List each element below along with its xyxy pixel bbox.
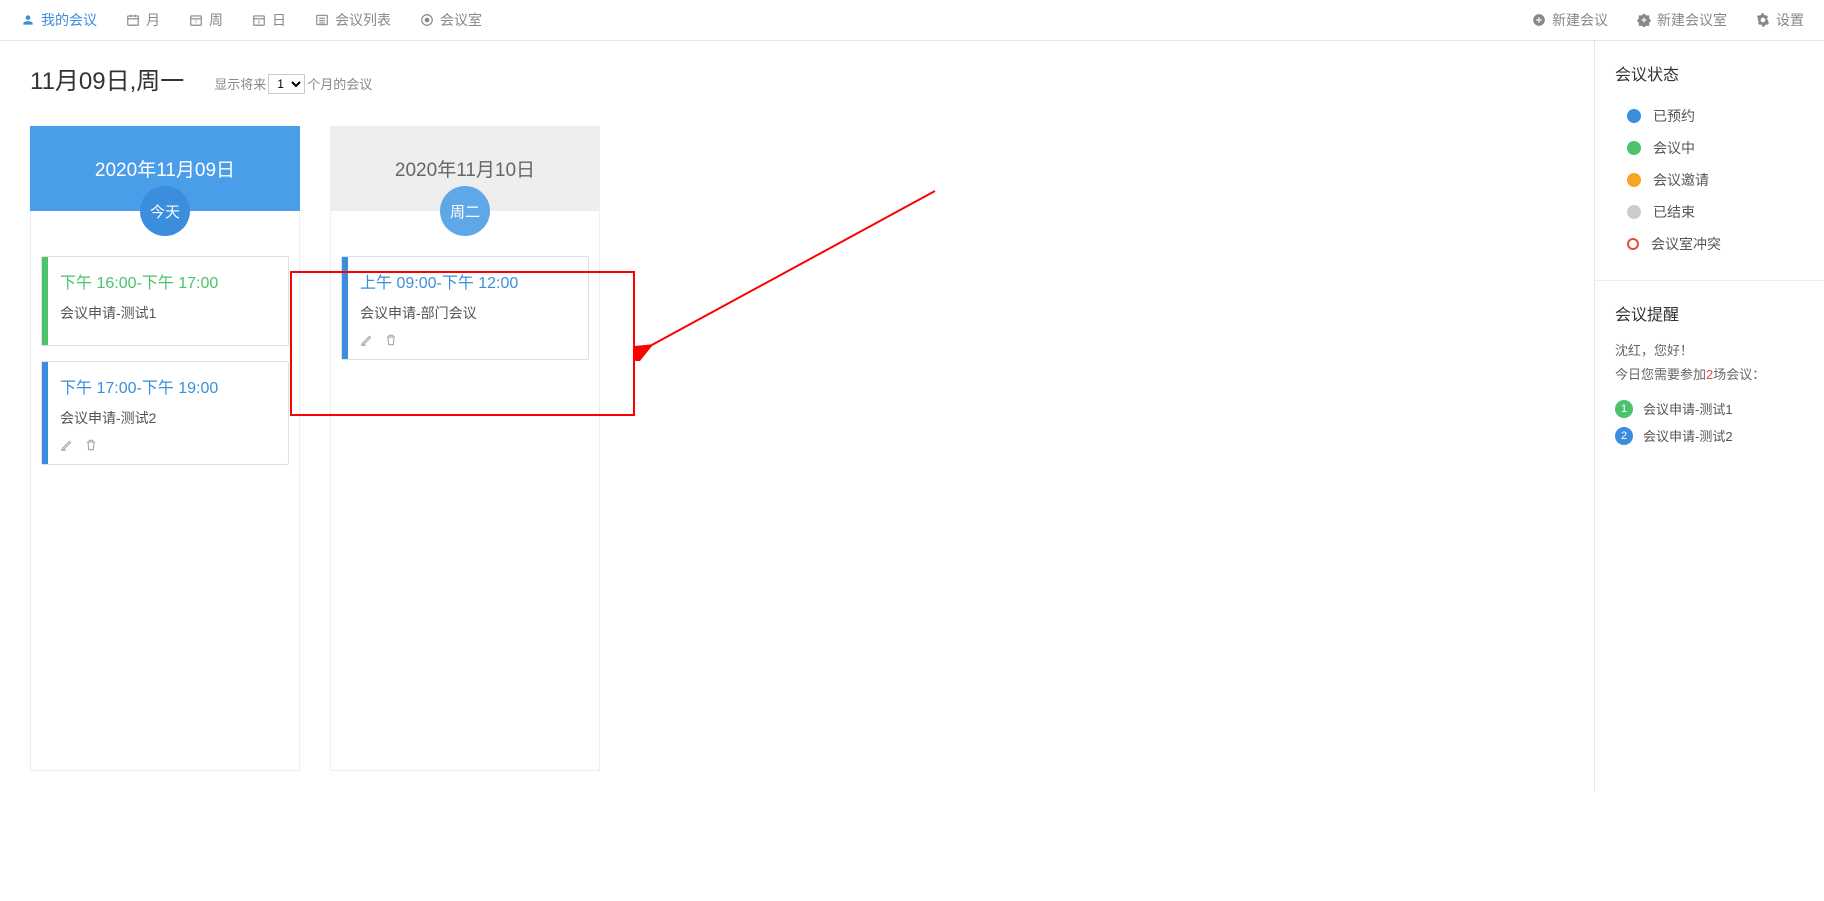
day-column: 2020年11月10日 周二 上午 09:00-下午 12:00 会议申请-部门… (330, 126, 600, 771)
building-icon (419, 12, 435, 28)
nav-label: 我的会议 (41, 10, 97, 30)
meeting-card[interactable]: 下午 16:00-下午 17:00 会议申请-测试1 (41, 256, 289, 346)
nav-label: 周 (209, 10, 223, 30)
status-dot-icon (1627, 238, 1639, 250)
nav-week[interactable]: 7 周 (188, 10, 223, 30)
toolbar-right: 新建会议 新建会议室 设置 (1531, 10, 1804, 30)
status-dot-icon (1627, 173, 1641, 187)
calendar-icon (125, 12, 141, 28)
new-meeting-button[interactable]: 新建会议 (1531, 10, 1608, 30)
filter-prefix: 显示将来 (214, 74, 266, 93)
status-title: 会议状态 (1615, 61, 1804, 85)
reminder-label: 会议申请-测试2 (1643, 426, 1733, 445)
day-header: 2020年11月09日 今天 (30, 126, 300, 211)
calendar-icon: 7 (188, 12, 204, 28)
reminder-greeting: 沈红，您好！ (1615, 340, 1804, 359)
meeting-card-highlighted[interactable]: 上午 09:00-下午 12:00 会议申请-部门会议 (341, 256, 589, 360)
delete-icon[interactable] (84, 438, 98, 452)
top-toolbar: 我的会议 月 7 周 8 日 会议列表 (0, 0, 1824, 41)
nav-meeting-list[interactable]: 会议列表 (314, 10, 391, 30)
reminder-section: 会议提醒 沈红，您好！ 今日您需要参加2场会议： 1 会议申请-测试1 2 会议… (1595, 281, 1824, 469)
meeting-actions (60, 438, 276, 452)
nav-label: 日 (272, 10, 286, 30)
main-layout: 11月09日,周一 显示将来 1 个月的会议 2020年11月09日 今天 下午… (0, 41, 1824, 791)
current-date-title: 11月09日,周一 (30, 61, 184, 96)
nav-my-meetings[interactable]: 我的会议 (20, 10, 97, 30)
status-reserved: 已预约 (1615, 100, 1804, 132)
days-container: 2020年11月09日 今天 下午 16:00-下午 17:00 会议申请-测试… (30, 126, 1564, 771)
day-badge-today: 今天 (140, 186, 190, 236)
status-invite: 会议邀请 (1615, 164, 1804, 196)
day-date: 2020年11月09日 (95, 155, 235, 182)
gear-icon (1755, 12, 1771, 28)
delete-icon[interactable] (384, 333, 398, 347)
meeting-time: 上午 09:00-下午 12:00 (360, 269, 576, 293)
reminder-prefix: 今日您需要参加 (1615, 367, 1706, 382)
day-date: 2020年11月10日 (395, 155, 535, 182)
status-ended: 已结束 (1615, 196, 1804, 228)
status-dot-icon (1627, 205, 1641, 219)
reminder-badge-icon: 2 (1615, 427, 1633, 445)
status-label: 会议室冲突 (1651, 234, 1721, 254)
status-dot-icon (1627, 109, 1641, 123)
sidebar: 会议状态 已预约 会议中 会议邀请 已结束 (1594, 41, 1824, 791)
settings-button[interactable]: 设置 (1755, 10, 1804, 30)
meeting-time: 下午 17:00-下午 19:00 (60, 374, 276, 398)
meeting-card[interactable]: 下午 17:00-下午 19:00 会议申请-测试2 (41, 361, 289, 465)
button-label: 设置 (1776, 10, 1804, 30)
svg-text:7: 7 (195, 20, 198, 25)
status-label: 已预约 (1653, 106, 1695, 126)
status-conflict: 会议室冲突 (1615, 228, 1804, 260)
meeting-actions (360, 333, 576, 347)
reminder-suffix: 场会议： (1713, 367, 1765, 382)
day-body: 下午 16:00-下午 17:00 会议申请-测试1 下午 17:00-下午 1… (30, 211, 300, 771)
header-row: 11月09日,周一 显示将来 1 个月的会议 (30, 61, 1564, 96)
months-select[interactable]: 1 (268, 74, 305, 94)
reminder-badge-icon: 1 (1615, 400, 1633, 418)
reminder-title: 会议提醒 (1615, 301, 1804, 325)
nav-day[interactable]: 8 日 (251, 10, 286, 30)
plus-badge-icon (1636, 12, 1652, 28)
status-label: 会议邀请 (1653, 170, 1709, 190)
nav-month[interactable]: 月 (125, 10, 160, 30)
meeting-title: 会议申请-测试1 (60, 303, 276, 323)
edit-icon[interactable] (60, 438, 74, 452)
status-list: 已预约 会议中 会议邀请 已结束 会议室冲突 (1615, 100, 1804, 260)
button-label: 新建会议室 (1657, 10, 1727, 30)
reminder-item[interactable]: 2 会议申请-测试2 (1615, 422, 1804, 449)
day-badge: 周二 (440, 186, 490, 236)
nav-label: 会议室 (440, 10, 482, 30)
day-column-today: 2020年11月09日 今天 下午 16:00-下午 17:00 会议申请-测试… (30, 126, 300, 771)
meeting-time: 下午 16:00-下午 17:00 (60, 269, 276, 293)
nav-label: 会议列表 (335, 10, 391, 30)
reminder-list: 1 会议申请-测试1 2 会议申请-测试2 (1615, 395, 1804, 449)
new-room-button[interactable]: 新建会议室 (1636, 10, 1727, 30)
status-label: 会议中 (1653, 138, 1695, 158)
content-area: 11月09日,周一 显示将来 1 个月的会议 2020年11月09日 今天 下午… (0, 41, 1594, 791)
meeting-title: 会议申请-测试2 (60, 408, 276, 428)
filter-suffix: 个月的会议 (307, 74, 372, 93)
reminder-item[interactable]: 1 会议申请-测试1 (1615, 395, 1804, 422)
day-body: 上午 09:00-下午 12:00 会议申请-部门会议 (330, 211, 600, 771)
meeting-title: 会议申请-部门会议 (360, 303, 576, 323)
list-icon (314, 12, 330, 28)
edit-icon[interactable] (360, 333, 374, 347)
calendar-icon: 8 (251, 12, 267, 28)
status-active: 会议中 (1615, 132, 1804, 164)
nav-label: 月 (146, 10, 160, 30)
status-dot-icon (1627, 141, 1641, 155)
reminder-count-text: 今日您需要参加2场会议： (1615, 364, 1804, 383)
status-section: 会议状态 已预约 会议中 会议邀请 已结束 (1595, 41, 1824, 281)
status-label: 已结束 (1653, 202, 1695, 222)
svg-text:8: 8 (258, 20, 261, 25)
reminder-label: 会议申请-测试1 (1643, 399, 1733, 418)
nav-meeting-room[interactable]: 会议室 (419, 10, 482, 30)
toolbar-left: 我的会议 月 7 周 8 日 会议列表 (20, 10, 482, 30)
filter-control: 显示将来 1 个月的会议 (214, 74, 372, 94)
plus-circle-icon (1531, 12, 1547, 28)
user-icon (20, 12, 36, 28)
button-label: 新建会议 (1552, 10, 1608, 30)
day-header: 2020年11月10日 周二 (330, 126, 600, 211)
